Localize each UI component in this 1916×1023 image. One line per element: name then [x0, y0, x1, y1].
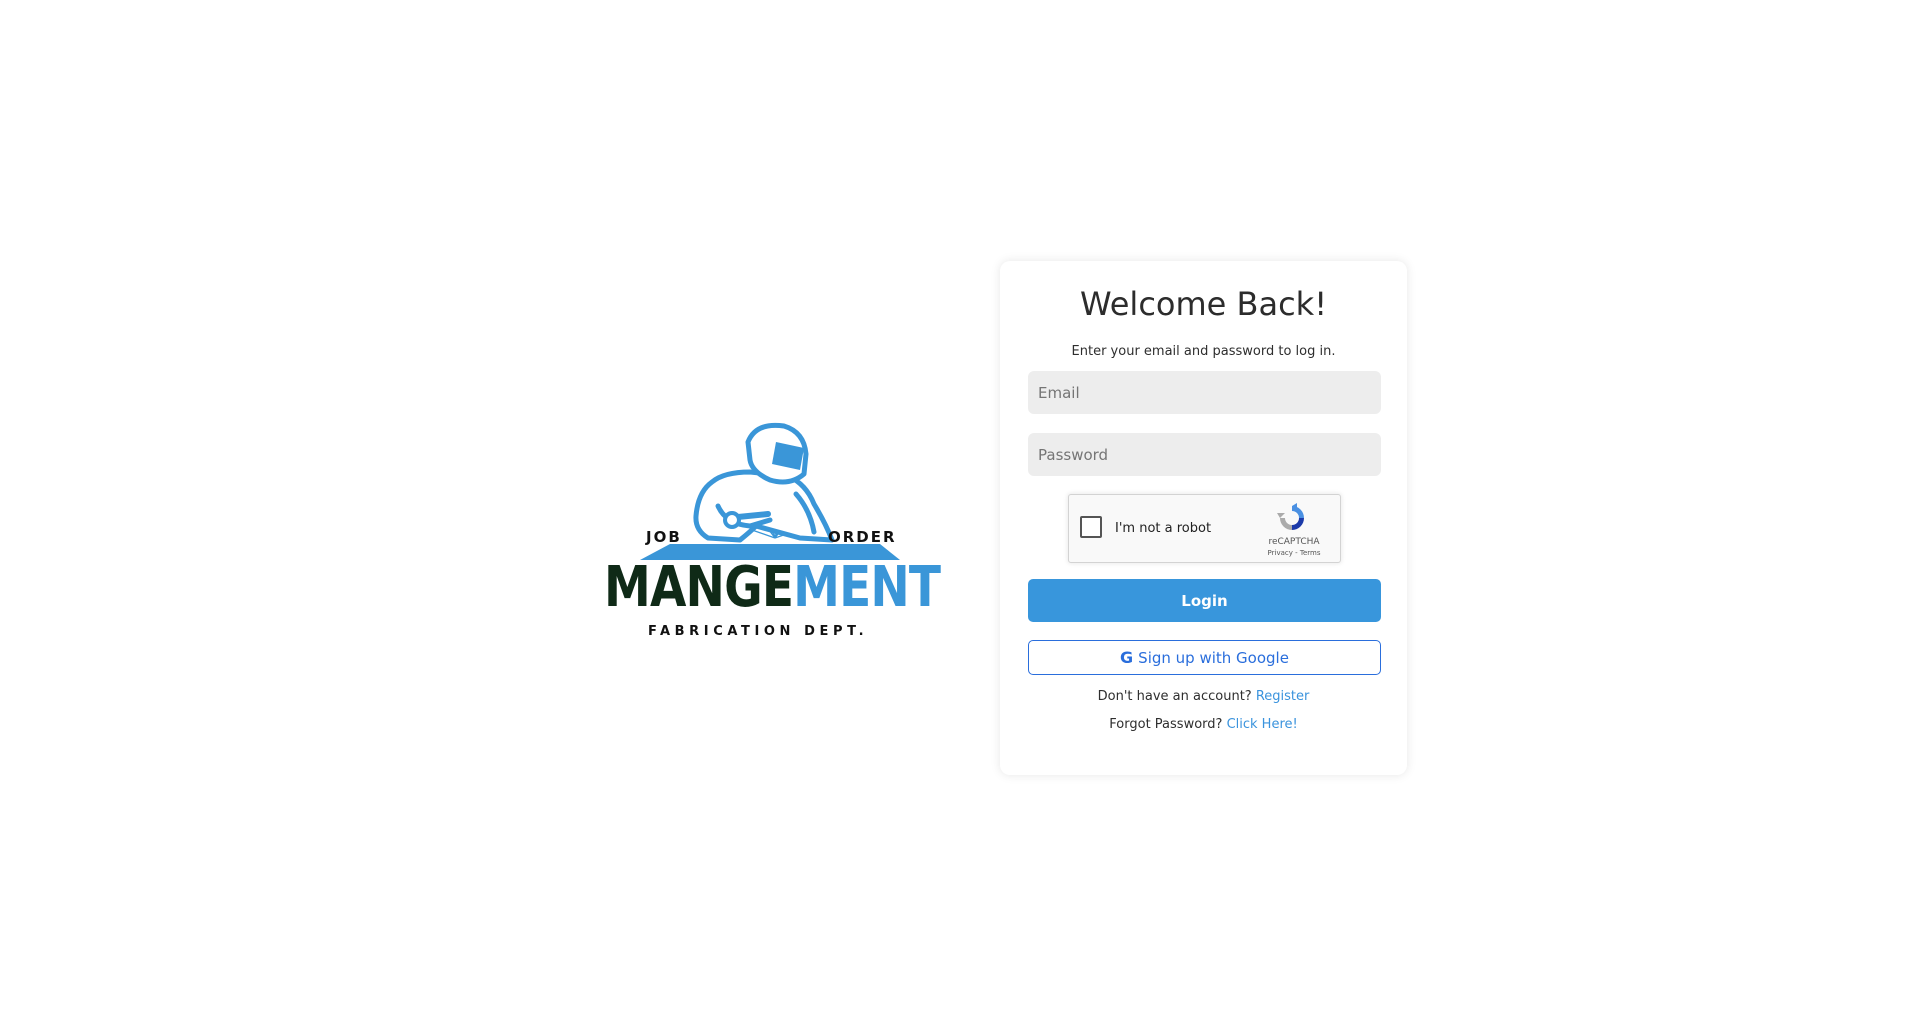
recaptcha-brand: reCAPTCHA: [1268, 537, 1320, 547]
recaptcha-widget: I'm not a robot reCAPTCHA Privacy - Term…: [1068, 494, 1341, 563]
logo-word-job: JOB: [646, 528, 682, 546]
recaptcha-icon: [1277, 503, 1304, 530]
recaptcha-label: I'm not a robot: [1115, 521, 1212, 536]
recaptcha-links[interactable]: Privacy - Terms: [1259, 549, 1329, 557]
register-link[interactable]: Register: [1256, 689, 1310, 704]
logo-title-blue: MENT: [793, 555, 941, 620]
logo-word-order: ORDER: [828, 528, 897, 546]
google-signup-label: Sign up with Google: [1138, 648, 1289, 667]
forgot-password-line: Forgot Password? Click Here!: [1000, 717, 1407, 732]
login-title: Welcome Back!: [1079, 285, 1328, 323]
logo-subtitle: FABRICATION DEPT.: [648, 624, 869, 639]
login-button[interactable]: Login: [1028, 579, 1381, 622]
logo-title-dark: MANGE: [604, 555, 794, 620]
google-icon: G: [1120, 648, 1134, 667]
google-signup-button[interactable]: G Sign up with Google: [1028, 640, 1381, 675]
forgot-password-prompt: Forgot Password?: [1109, 717, 1223, 732]
login-subtitle: Enter your email and password to log in.: [1071, 344, 1336, 359]
brand-logo: JOB ORDER MANGEMENT FABRICATION DEPT.: [600, 420, 941, 650]
logo-title: MANGEMENT: [604, 555, 941, 620]
login-page: JOB ORDER MANGEMENT FABRICATION DEPT. We…: [0, 0, 1916, 1023]
password-input[interactable]: [1028, 433, 1381, 476]
register-prompt: Don't have an account?: [1097, 689, 1252, 704]
recaptcha-checkbox[interactable]: [1080, 516, 1102, 538]
register-prompt-line: Don't have an account? Register: [1000, 689, 1407, 704]
login-card: Welcome Back! Enter your email and passw…: [1000, 261, 1407, 775]
forgot-password-link[interactable]: Click Here!: [1227, 717, 1298, 732]
email-input[interactable]: [1028, 371, 1381, 414]
